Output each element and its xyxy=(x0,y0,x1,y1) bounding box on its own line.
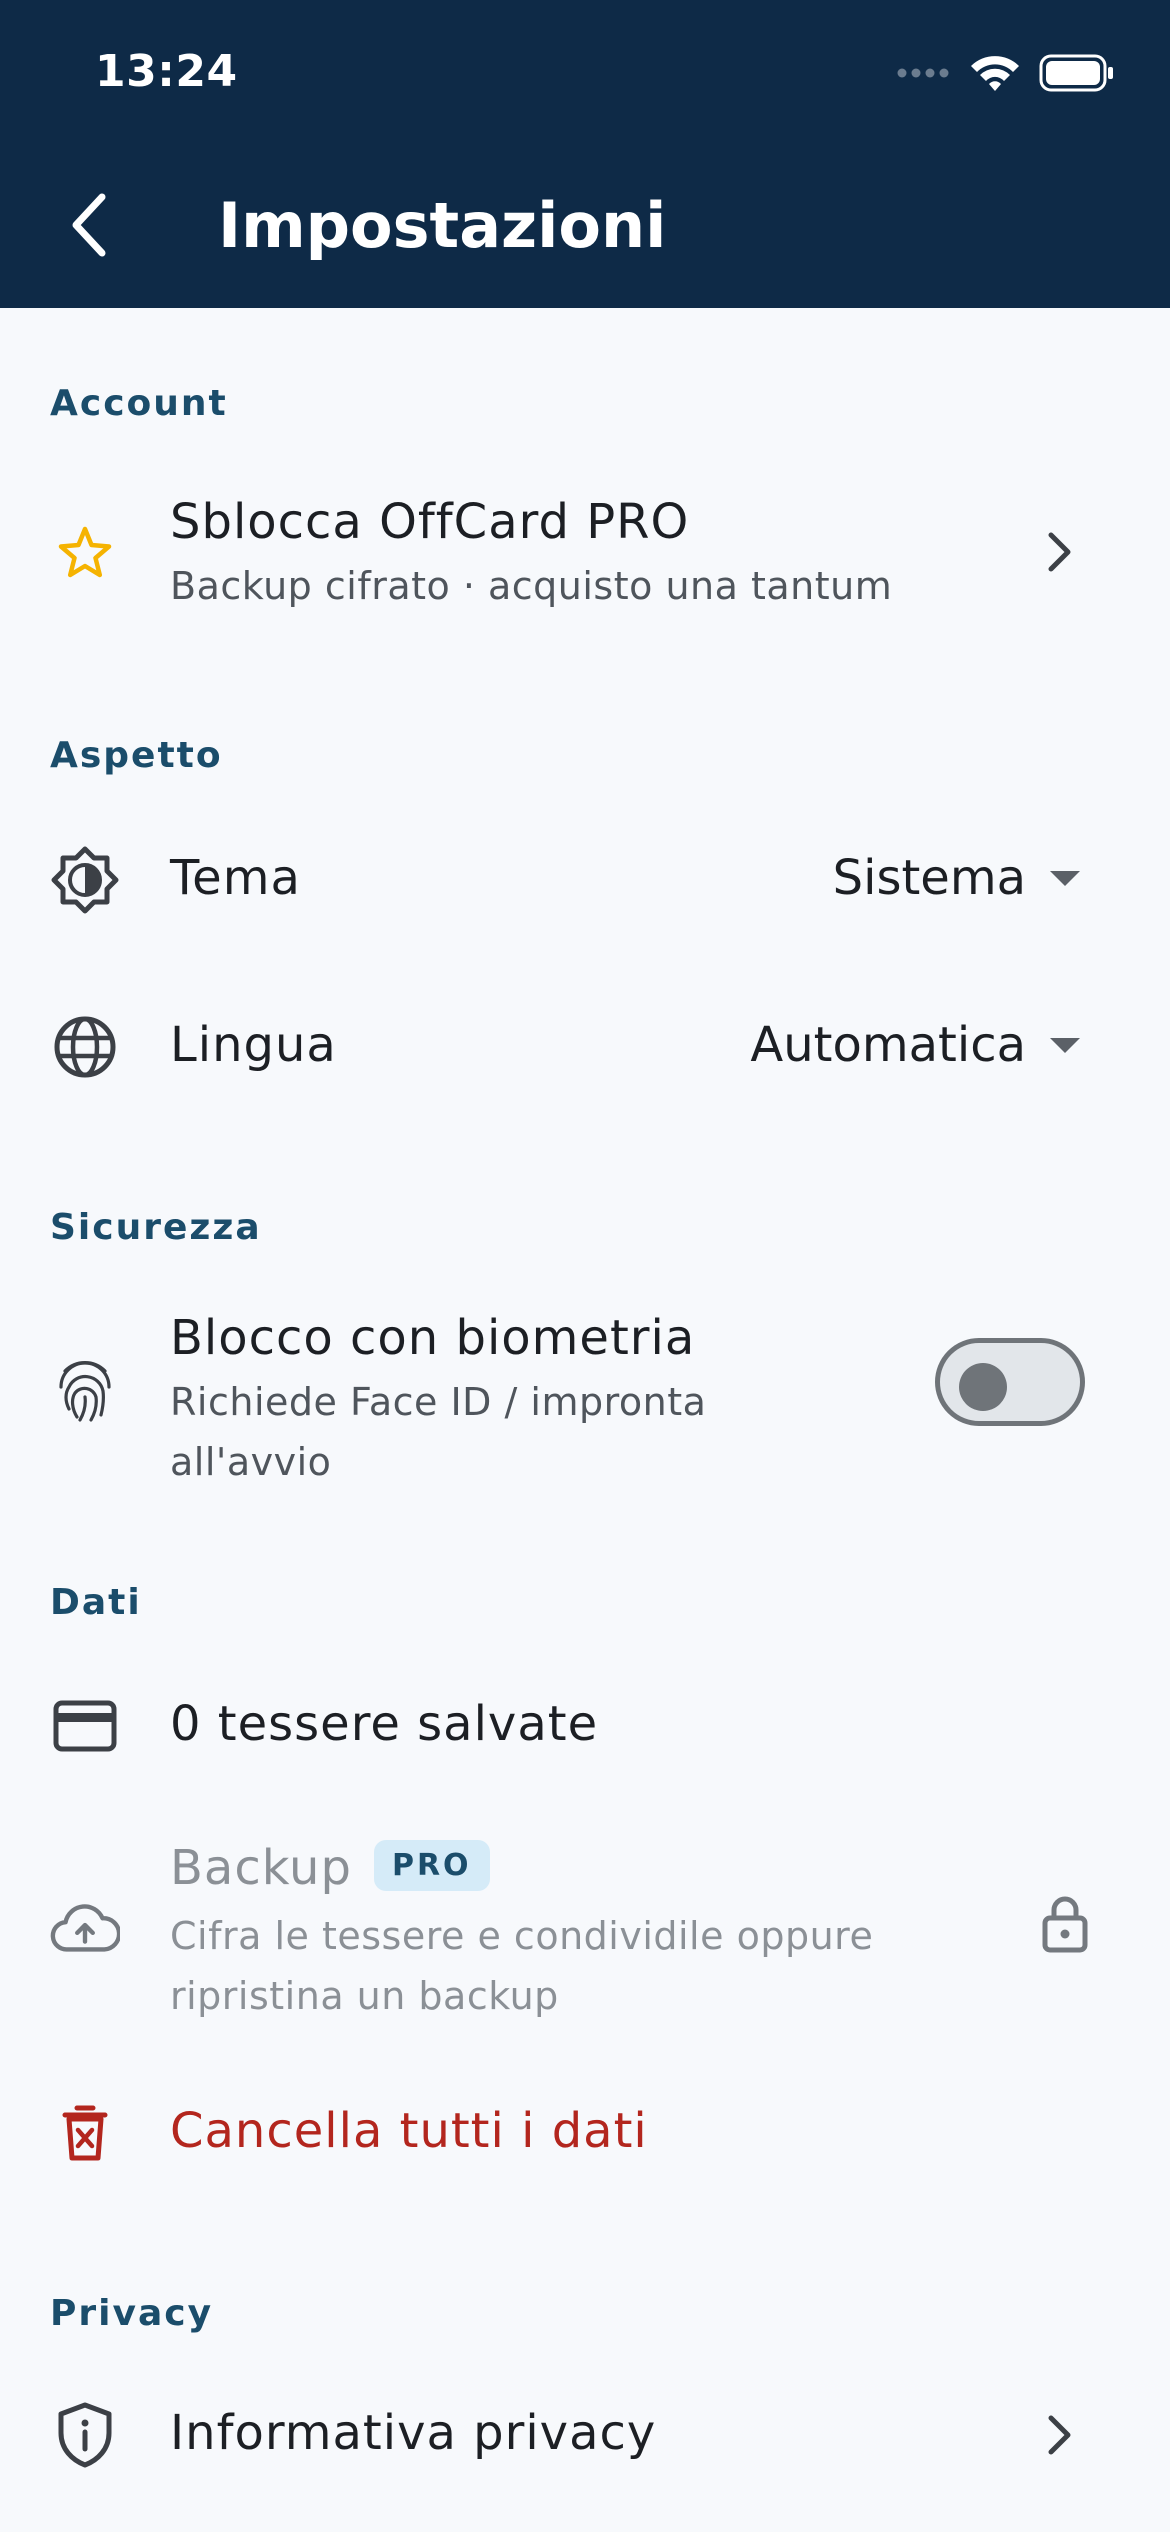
biometric-lock-subtitle: Richiede Face ID / impronta all'avvio xyxy=(170,1380,707,1484)
theme-value: Sistema xyxy=(832,850,1026,906)
privacy-policy-label: Informativa privacy xyxy=(170,2405,657,2461)
unlock-pro-row[interactable]: Sblocca OffCard PRO Backup cifrato · acq… xyxy=(0,470,1170,630)
back-button[interactable] xyxy=(58,185,118,265)
biometric-lock-title: Blocco con biometria xyxy=(170,1310,696,1366)
caret-down-icon xyxy=(1050,1037,1080,1053)
star-icon xyxy=(50,518,120,588)
biometric-lock-toggle[interactable] xyxy=(935,1338,1085,1426)
battery-icon xyxy=(1039,54,1113,92)
delete-all-label: Cancella tutti i dati xyxy=(170,2103,648,2159)
delete-all-row[interactable]: Cancella tutti i dati xyxy=(0,2083,1170,2183)
backup-title: Backup xyxy=(170,1840,352,1896)
language-row[interactable]: Lingua Automatica xyxy=(0,997,1170,1097)
cloud-upload-icon xyxy=(50,1893,120,1963)
shield-info-icon xyxy=(50,2400,120,2470)
section-header-security: Sicurezza xyxy=(50,1207,262,1248)
brightness-icon xyxy=(50,845,120,915)
section-header-appearance: Aspetto xyxy=(50,735,223,776)
saved-cards-row: 0 tessere salvate xyxy=(0,1676,1170,1776)
privacy-policy-row[interactable]: Informativa privacy xyxy=(0,2385,1170,2485)
backup-subtitle: Cifra le tessere e condividile oppure ri… xyxy=(170,1914,874,2018)
wifi-icon xyxy=(971,56,1019,91)
toggle-knob xyxy=(959,1363,1007,1411)
language-label: Lingua xyxy=(170,1017,337,1073)
section-header-data: Dati xyxy=(50,1582,142,1623)
chevron-right-icon xyxy=(1040,522,1080,582)
page-title: Impostazioni xyxy=(218,189,667,262)
fingerprint-icon xyxy=(50,1355,120,1425)
lock-icon xyxy=(1040,1893,1090,1953)
pro-badge: PRO xyxy=(373,1839,490,1891)
caret-down-icon xyxy=(1050,870,1080,886)
theme-row[interactable]: Tema Sistema xyxy=(0,830,1170,930)
theme-label: Tema xyxy=(170,850,301,906)
language-dropdown[interactable]: Automatica xyxy=(750,1017,1080,1073)
status-icons xyxy=(897,50,1115,96)
saved-cards-label: 0 tessere salvate xyxy=(170,1696,599,1752)
theme-dropdown[interactable]: Sistema xyxy=(833,850,1080,906)
cellular-signal-icon xyxy=(897,68,949,78)
section-header-privacy: Privacy xyxy=(50,2293,214,2334)
language-value: Automatica xyxy=(750,1017,1026,1073)
credit-card-icon xyxy=(50,1691,120,1761)
backup-row[interactable]: Backup PRO Cifra le tessere e condividile… xyxy=(0,1830,1170,2030)
section-header-account: Account xyxy=(50,383,228,424)
status-time: 13:24 xyxy=(95,46,238,97)
unlock-pro-subtitle: Backup cifrato · acquisto una tantum xyxy=(170,564,893,608)
app-bar: 13:24 Impostazioni xyxy=(0,0,1170,308)
chevron-right-icon xyxy=(1040,2405,1080,2465)
unlock-pro-title: Sblocca OffCard PRO xyxy=(170,494,690,550)
chevron-left-icon xyxy=(72,193,106,257)
trash-icon xyxy=(50,2098,120,2168)
biometric-lock-row[interactable]: Blocco con biometria Richiede Face ID / … xyxy=(0,1290,1170,1490)
backup-title-line: Backup PRO xyxy=(170,1839,490,1897)
globe-icon xyxy=(50,1012,120,1082)
